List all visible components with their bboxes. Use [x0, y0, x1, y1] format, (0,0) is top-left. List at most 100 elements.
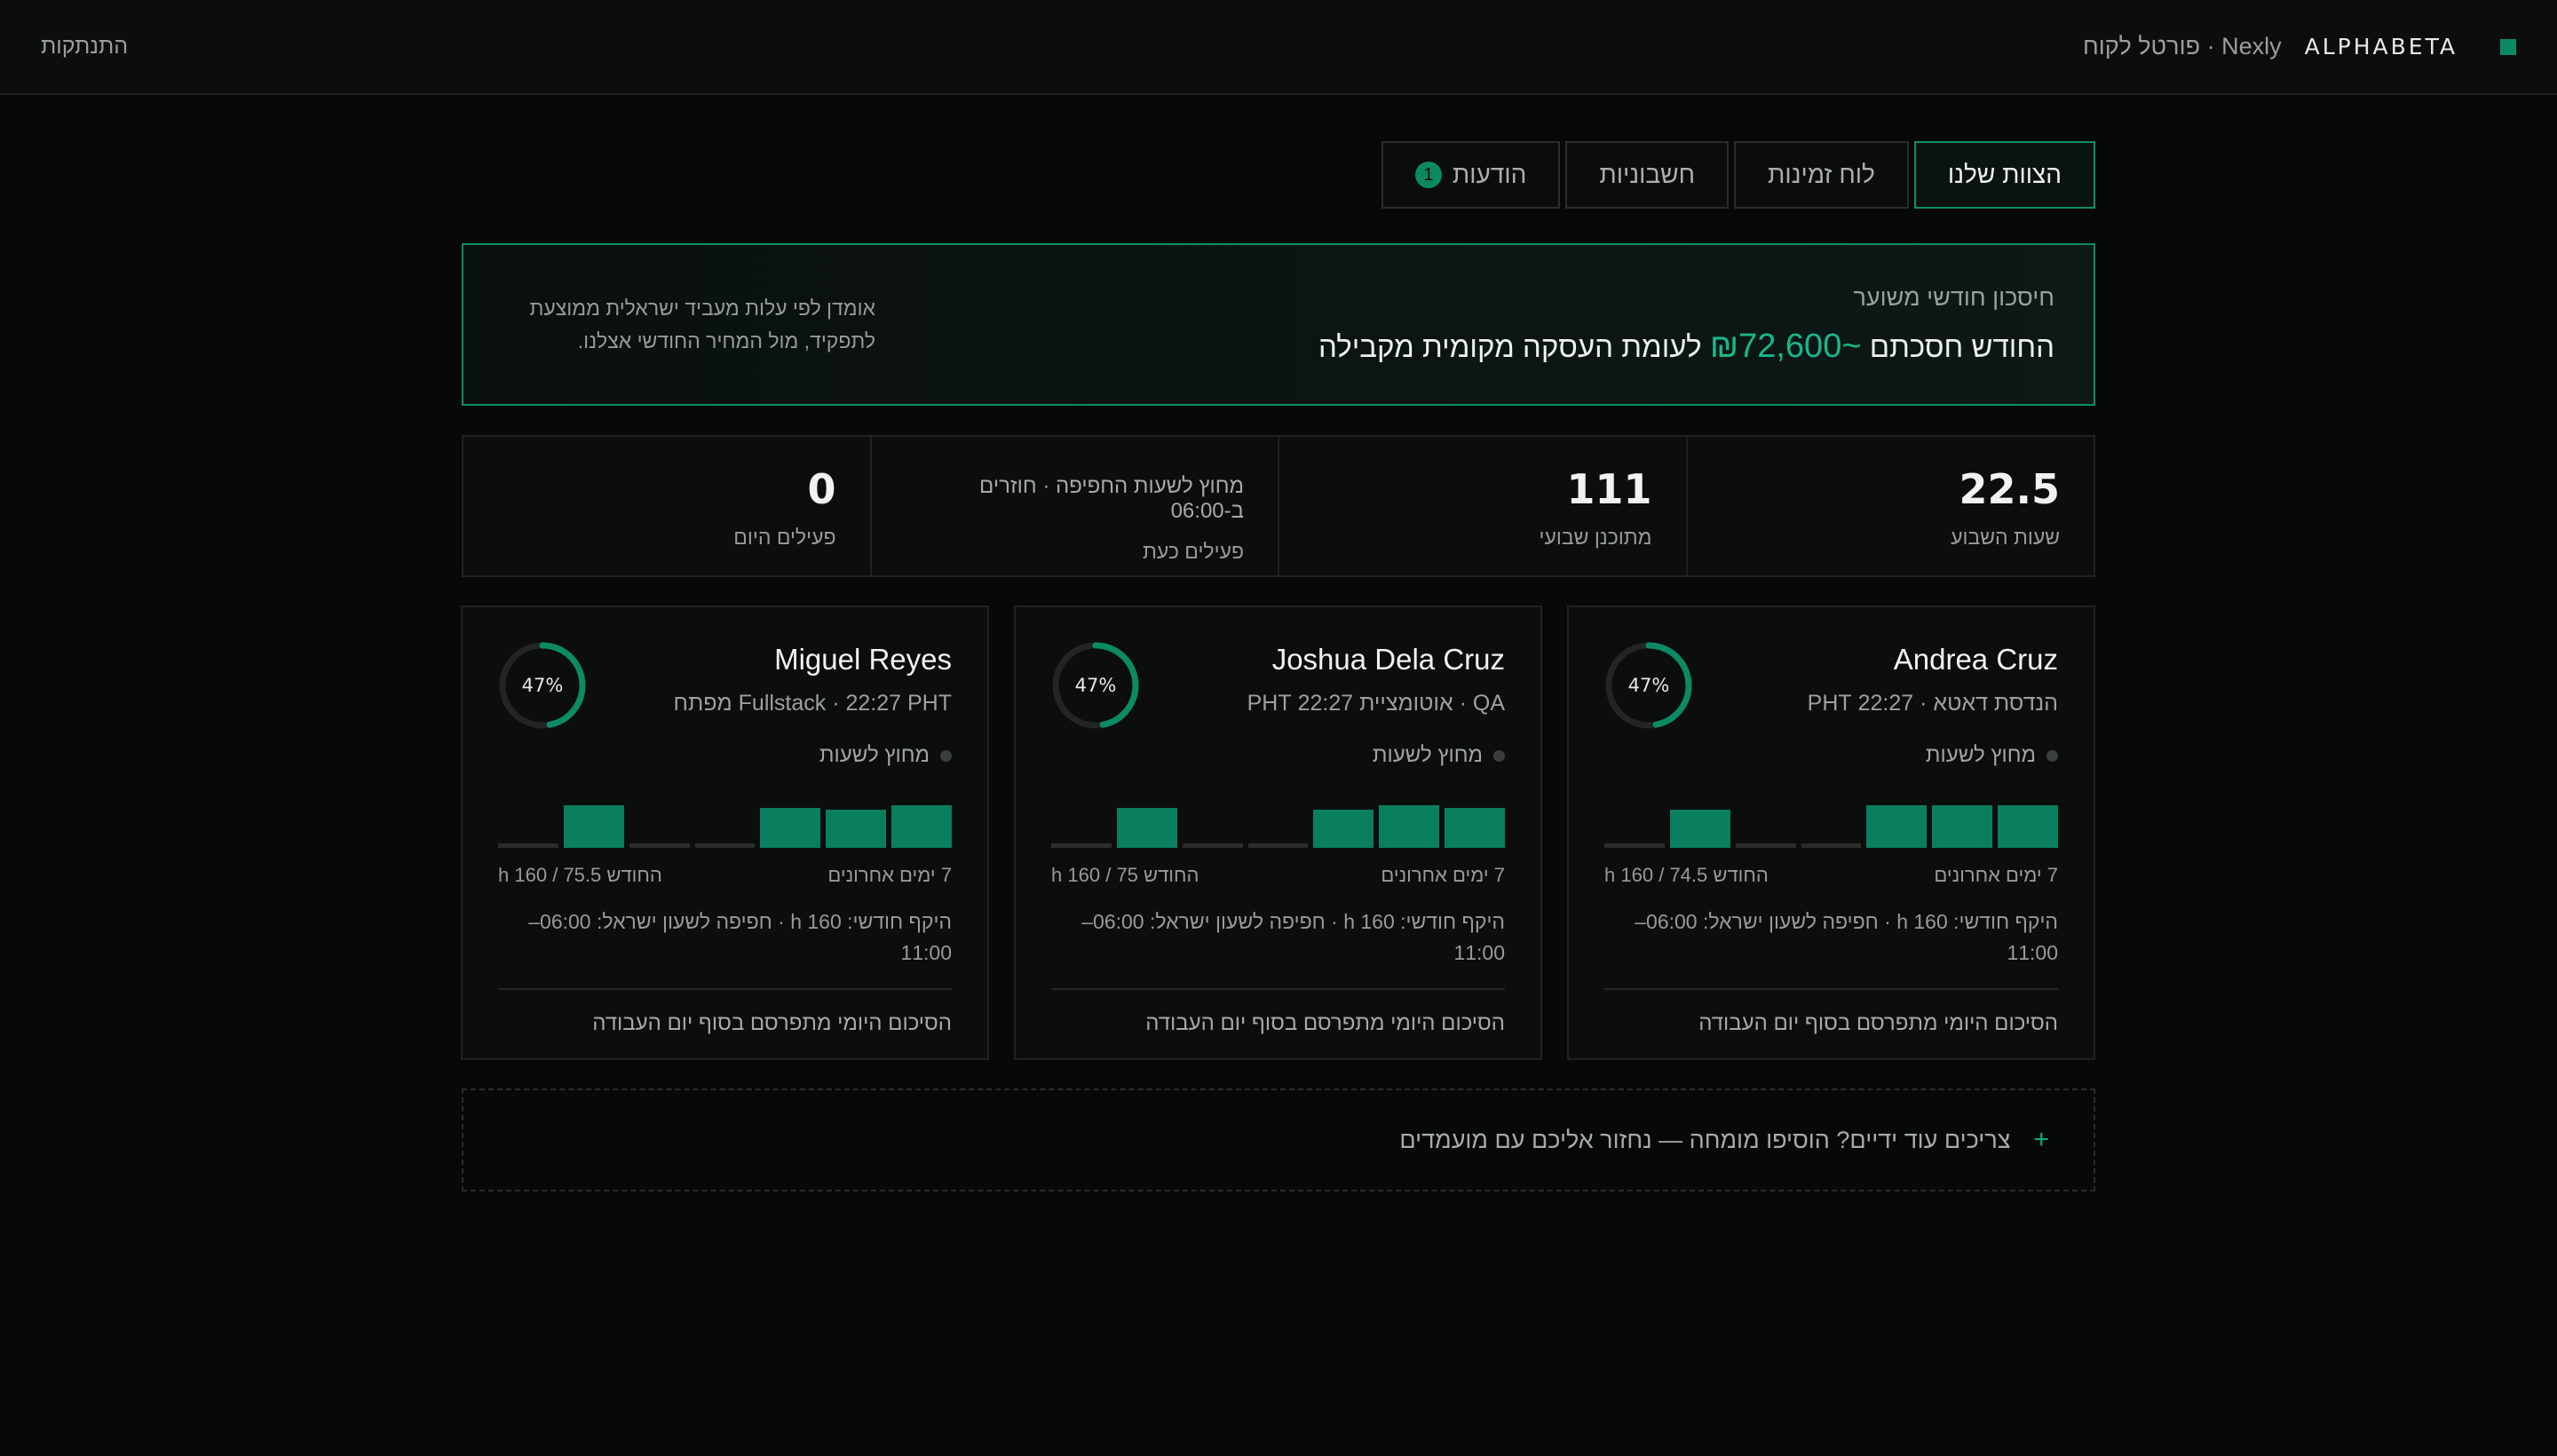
card-divider — [498, 988, 952, 990]
brand-logo-icon — [2500, 38, 2516, 55]
monthly-scope: היקף חודשי: 160 h · חפיפה לשעון ישראל: 0… — [528, 910, 952, 964]
monthly-hours: החודש 74.5 / 160 h — [1604, 864, 1769, 886]
savings-amount: ~₪72,600 — [1709, 327, 1862, 365]
status-label: מחוץ לשעות — [1372, 743, 1483, 767]
member-status: מחוץ לשעות — [1604, 743, 2058, 768]
day-hours-bar — [1866, 805, 1928, 848]
weekly-hours-chart — [497, 795, 952, 848]
stat-active-now: מחוץ לשעות החפיפה · חוזרים ב-06:00 פעילי… — [869, 437, 1278, 575]
card-meta: 7 ימים אחרונים החודש 74.5 / 160 h — [1604, 864, 2058, 887]
tab-our-team[interactable]: הצוות שלנו — [1913, 141, 2095, 209]
stat-value: 22.5 — [1959, 465, 2061, 513]
brand-name: ALPHABETA — [2304, 34, 2458, 59]
card-meta: 7 ימים אחרונים החודש 75.5 / 160 h — [498, 864, 952, 887]
daily-summary-note: הסיכום היומי מתפרסם בסוף יום העבודה — [1698, 1011, 2058, 1035]
top-bar: ALPHABETA Nexly · פורטל לקוח התנתקות — [0, 0, 2557, 95]
savings-banner: חיסכון חודשי משוער החודש חסכתם ~₪72,600 … — [462, 243, 2095, 406]
stat-week-hours: 22.5 שעות השבוע — [1685, 437, 2094, 575]
add-specialist-button[interactable]: + צריכים עוד ידיים? הוסיפו מומחה — נחזור… — [462, 1088, 2095, 1191]
day-hours-bar — [1932, 805, 1993, 848]
status-dot-icon — [940, 749, 952, 762]
stats-row: 22.5 שעות השבוע 111 מתוכנן שבועי מחוץ לש… — [462, 435, 2095, 577]
savings-note: אומדן לפי עלות מעביד ישראלית ממוצעת לתפק… — [529, 296, 875, 352]
savings-suffix: לעומת העסקה מקומית מקבילה — [1318, 329, 1702, 363]
utilization-percent: 47% — [1627, 675, 1670, 696]
day-hours-bar — [760, 808, 821, 848]
status-dot-icon — [1493, 749, 1505, 762]
status-label: מחוץ לשעות — [819, 743, 930, 767]
day-hours-bar — [1445, 808, 1505, 848]
tab-availability[interactable]: לוח זמינות — [1734, 141, 1909, 209]
card-divider — [1051, 988, 1505, 990]
status-label: מחוץ לשעות — [1925, 743, 2036, 767]
card-meta: 7 ימים אחרונים החודש 75 / 160 h — [1051, 864, 1505, 887]
team-member-card[interactable]: Miguel Reyes Fullstack · 22:27 PHT מפתח … — [461, 605, 989, 1060]
last-7-days-label: 7 ימים אחרונים — [1381, 864, 1505, 886]
last-7-days-label: 7 ימים אחרונים — [1934, 864, 2058, 886]
utilization-percent: 47% — [521, 675, 564, 696]
utilization-ring: 47% — [1051, 641, 1140, 730]
brand: ALPHABETA Nexly · פורטל לקוח — [2083, 33, 2516, 60]
monthly-scope: היקף חודשי: 160 h · חפיפה לשעון ישראל: 0… — [1081, 910, 1505, 964]
card-divider — [1604, 988, 2058, 990]
stat-planned-weekly: 111 מתוכנן שבועי — [1278, 437, 1686, 575]
day-hours-bar — [1801, 843, 1862, 848]
team-member-card[interactable]: Joshua Dela Cruz QA · אוטומציית 22:27 PH… — [1014, 605, 1542, 1060]
tab-label: הודעות — [1452, 161, 1527, 188]
day-hours-bar — [1735, 843, 1796, 848]
daily-summary-note: הסיכום היומי מתפרסם בסוף יום העבודה — [1145, 1011, 1505, 1035]
stat-label: פעילים היום — [733, 526, 836, 549]
add-specialist-text: צריכים עוד ידיים? הוסיפו מומחה — נחזור א… — [1399, 1126, 2011, 1153]
tab-messages[interactable]: הודעות 1 — [1381, 141, 1561, 209]
monthly-hours: החודש 75.5 / 160 h — [498, 864, 662, 886]
day-hours-bar — [694, 843, 756, 848]
savings-prefix: החודש חסכתם — [1869, 329, 2054, 363]
plus-icon: + — [2033, 1125, 2049, 1154]
stat-label: פעילים כעת — [1143, 540, 1244, 563]
member-status: מחוץ לשעות — [498, 743, 952, 768]
stat-value: 0 — [807, 465, 836, 513]
brand-subtitle: Nexly · פורטל לקוח — [2083, 33, 2282, 59]
day-hours-bar — [891, 805, 952, 848]
last-7-days-label: 7 ימים אחרונים — [827, 864, 952, 886]
day-hours-bar — [497, 843, 558, 848]
savings-line: החודש חסכתם ~₪72,600 לעומת העסקה מקומית … — [1318, 328, 2054, 366]
utilization-percent: 47% — [1074, 675, 1117, 696]
day-hours-bar — [1669, 810, 1730, 848]
member-status: מחוץ לשעות — [1051, 743, 1505, 768]
stat-active-today: 0 פעילים היום — [463, 437, 870, 575]
savings-label: חיסכון חודשי משוער — [1853, 283, 2054, 311]
team-member-card[interactable]: Andrea Cruz הנדסת דאטא · 22:27 PHT מחוץ … — [1567, 605, 2095, 1060]
day-hours-bar — [1050, 843, 1112, 848]
day-hours-bar — [1603, 843, 1665, 848]
weekly-hours-chart — [1603, 795, 2058, 848]
stat-offhours-text: מחוץ לשעות החפיפה · חוזרים ב-06:00 — [979, 474, 1244, 523]
day-hours-bar — [1313, 810, 1374, 848]
monthly-hours: החודש 75 / 160 h — [1051, 864, 1199, 886]
daily-summary-note: הסיכום היומי מתפרסם בסוף יום העבודה — [592, 1011, 952, 1035]
utilization-ring: 47% — [1604, 641, 1693, 730]
day-hours-bar — [1998, 805, 2058, 848]
main-tabs: הצוות שלנו לוח זמינות חשבוניות הודעות 1 — [1381, 141, 2095, 209]
day-hours-bar — [1182, 843, 1243, 848]
day-hours-bar — [629, 843, 690, 848]
day-hours-bar — [1116, 808, 1177, 848]
logout-link[interactable]: התנתקות — [41, 34, 128, 59]
savings-main: חיסכון חודשי משוער החודש חסכתם ~₪72,600 … — [1318, 284, 2054, 366]
tab-label: חשבוניות — [1599, 161, 1696, 188]
utilization-ring: 47% — [498, 641, 587, 730]
tab-invoices[interactable]: חשבוניות — [1565, 141, 1730, 209]
stat-value: 111 — [1566, 465, 1652, 513]
tab-label: הצוות שלנו — [1947, 161, 2062, 188]
monthly-scope: היקף חודשי: 160 h · חפיפה לשעון ישראל: 0… — [1635, 910, 2058, 964]
stat-label: שעות השבוע — [1951, 526, 2060, 549]
status-dot-icon — [2046, 749, 2058, 762]
day-hours-bar — [1379, 805, 1440, 848]
tab-label: לוח זמינות — [1768, 161, 1875, 188]
day-hours-bar — [826, 810, 887, 848]
day-hours-bar — [563, 805, 624, 848]
team-cards: Andrea Cruz הנדסת דאטא · 22:27 PHT מחוץ … — [461, 605, 2095, 1060]
stat-label: מתוכנן שבועי — [1539, 526, 1652, 549]
weekly-hours-chart — [1050, 795, 1505, 848]
messages-count-badge: 1 — [1414, 162, 1442, 188]
